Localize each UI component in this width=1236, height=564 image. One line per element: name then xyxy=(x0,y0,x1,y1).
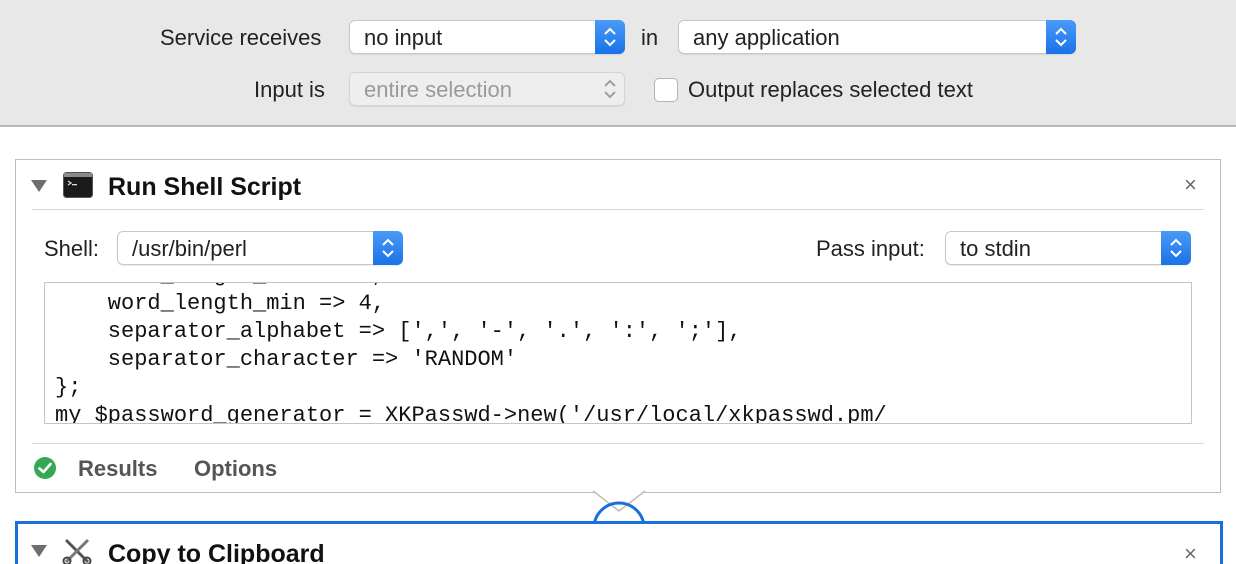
checkmark-circle-icon xyxy=(33,456,57,485)
options-tab[interactable]: Options xyxy=(194,456,277,482)
run-shell-script-action: Run Shell Script × Shell: /usr/bin/perl … xyxy=(15,159,1221,493)
service-receives-value: no input xyxy=(364,25,443,50)
output-replaces-checkbox[interactable] xyxy=(654,78,678,102)
results-tab[interactable]: Results xyxy=(78,456,157,482)
input-is-label: Input is xyxy=(254,77,325,102)
application-value: any application xyxy=(693,25,840,50)
copy-to-clipboard-action: Copy to Clipboard × xyxy=(15,521,1223,564)
scissors-tools-icon xyxy=(62,536,92,564)
popup-stepper-icon xyxy=(595,72,625,106)
close-action-button[interactable]: × xyxy=(1184,174,1197,196)
shell-value: /usr/bin/perl xyxy=(132,236,247,261)
footer-divider xyxy=(32,443,1204,444)
pass-input-popup[interactable]: to stdin xyxy=(945,231,1191,265)
script-text: word_length_max => 8, word_length_min =>… xyxy=(55,283,887,424)
disclosure-triangle-icon[interactable] xyxy=(30,178,48,199)
output-replaces-label: Output replaces selected text xyxy=(688,77,973,102)
action-title: Run Shell Script xyxy=(108,173,302,201)
shell-label: Shell: xyxy=(44,236,100,261)
shell-popup[interactable]: /usr/bin/perl xyxy=(117,231,403,265)
popup-stepper-icon xyxy=(373,231,403,265)
service-receives-label: Service receives xyxy=(160,25,322,50)
popup-stepper-icon xyxy=(1161,231,1191,265)
in-label: in xyxy=(641,25,659,50)
service-config-bar: Service receives no input in any applica… xyxy=(0,0,1236,127)
header-divider xyxy=(32,209,1204,210)
pass-input-label: Pass input: xyxy=(816,236,925,261)
close-action-button[interactable]: × xyxy=(1184,543,1197,564)
popup-stepper-icon xyxy=(595,20,625,54)
input-is-popup: entire selection xyxy=(349,72,625,106)
pass-input-value: to stdin xyxy=(960,236,1031,261)
service-receives-popup[interactable]: no input xyxy=(349,20,625,54)
action-title: Copy to Clipboard xyxy=(108,540,325,564)
input-is-value: entire selection xyxy=(364,77,512,102)
terminal-icon xyxy=(63,172,93,203)
script-editor[interactable]: word_length_max => 8, word_length_min =>… xyxy=(44,282,1192,424)
popup-stepper-icon xyxy=(1046,20,1076,54)
disclosure-triangle-icon[interactable] xyxy=(30,543,48,564)
application-popup[interactable]: any application xyxy=(678,20,1076,54)
